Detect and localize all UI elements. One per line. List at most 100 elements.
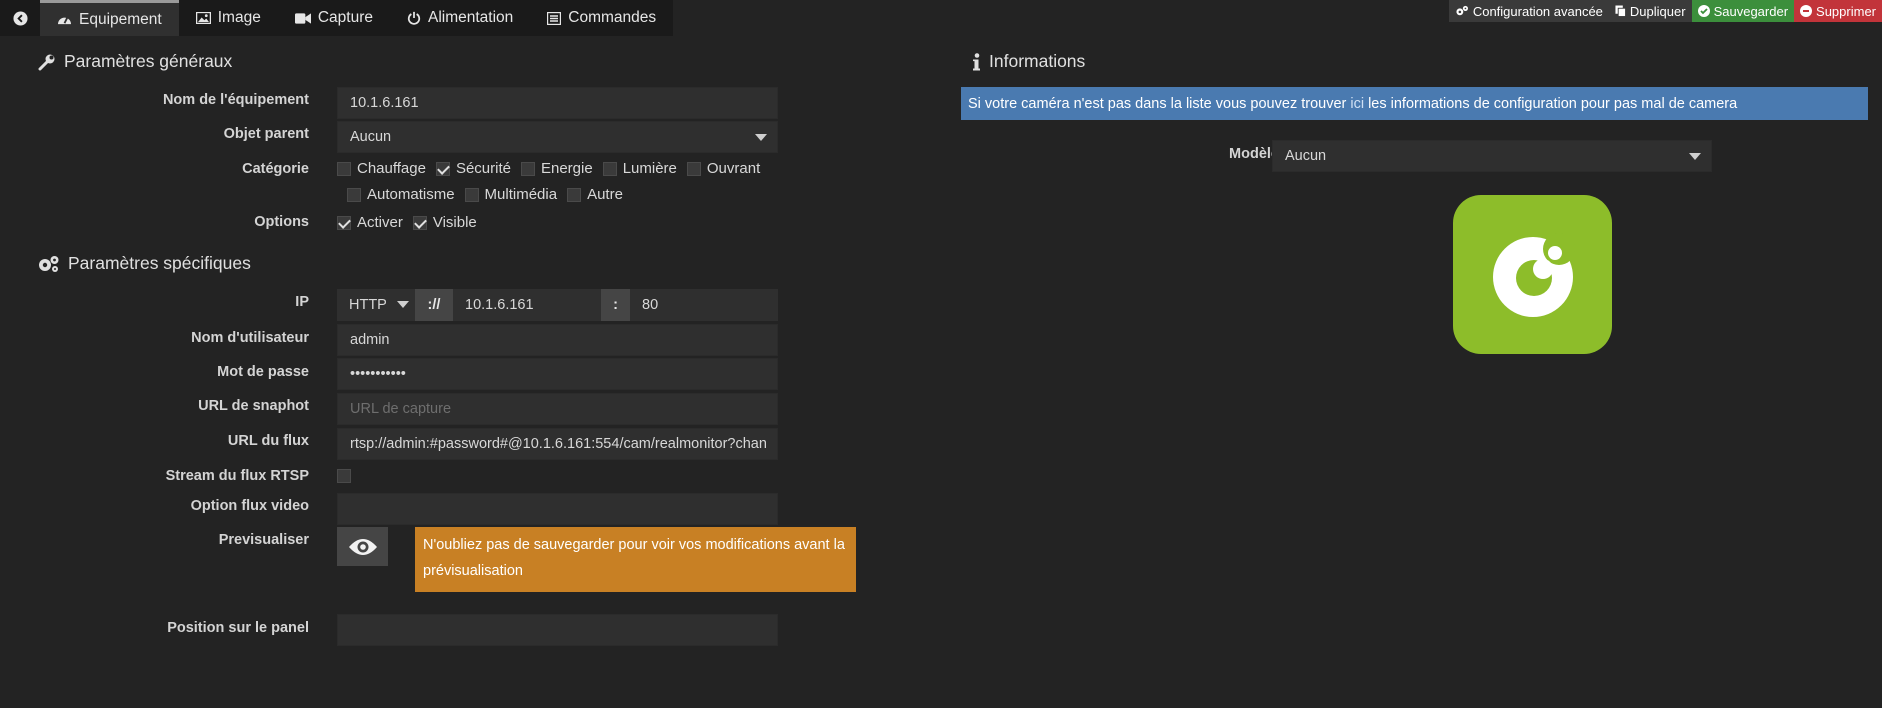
delete-button[interactable]: Supprimer	[1794, 0, 1882, 22]
category-automatisme[interactable]: Automatisme	[347, 186, 455, 203]
advanced-config-button[interactable]: Configuration avancée	[1448, 0, 1609, 22]
category-energie[interactable]: Energie	[520, 160, 593, 177]
duplicate-button[interactable]: Dupliquer	[1608, 0, 1692, 22]
back-button[interactable]	[0, 0, 40, 36]
snapshot-input[interactable]: URL de capture	[337, 393, 778, 425]
gears-icon	[1456, 5, 1468, 16]
delete-label: Supprimer	[1816, 3, 1876, 19]
eye-icon	[348, 538, 377, 555]
preview-button[interactable]	[337, 527, 388, 566]
specific-section-title: Paramètres spécifiques	[38, 253, 251, 274]
category-multimedia-label: Multimédia	[484, 186, 558, 203]
panel-position-input[interactable]	[337, 614, 778, 646]
advanced-config-label: Configuration avancée	[1472, 3, 1603, 19]
copy-icon	[1615, 5, 1626, 17]
option-activer-label: Activer	[357, 214, 403, 231]
snapshot-placeholder: URL de capture	[350, 401, 452, 417]
duplicate-label: Dupliquer	[1629, 3, 1686, 19]
category-securite[interactable]: Sécurité	[435, 160, 511, 177]
username-input[interactable]: admin	[337, 324, 778, 356]
tab-equipement[interactable]: Equipement	[40, 0, 179, 36]
password-input[interactable]: •••••••••••	[337, 358, 778, 390]
back-arrow-icon	[13, 10, 28, 26]
name-label: Nom de l'équipement	[162, 92, 309, 108]
save-label: Sauvegarder	[1713, 3, 1789, 19]
ip-input-group: HTTP :// 10.1.6.161 : 80	[337, 289, 778, 321]
port-input[interactable]: 80	[630, 289, 778, 321]
category-chauffage[interactable]: Chauffage	[337, 160, 426, 177]
category-autre-label: Autre	[587, 186, 623, 203]
checkbox[interactable]	[337, 215, 351, 230]
checkbox[interactable]	[435, 161, 450, 176]
category-lumiere[interactable]: Lumière	[602, 160, 677, 177]
parent-label: Objet parent	[223, 126, 309, 142]
model-label: Modèle	[1229, 146, 1279, 162]
general-title-text: Paramètres généraux	[64, 51, 233, 71]
panel-position-label: Position sur le panel	[167, 620, 309, 636]
tab-commandes-label: Commandes	[568, 9, 657, 26]
list-icon	[547, 11, 562, 25]
tab-bar: Equipement Image Capture Alimentation Co…	[0, 0, 674, 36]
rtsp-label: Stream du flux RTSP	[165, 468, 309, 484]
ip-input[interactable]: 10.1.6.161	[453, 289, 601, 321]
info-title-text: Informations	[989, 51, 1086, 71]
snapshot-label: URL de snaphot	[198, 398, 309, 414]
category-chauffage-label: Chauffage	[357, 160, 426, 177]
password-label: Mot de passe	[217, 364, 309, 380]
option-visible-label: Visible	[432, 214, 477, 231]
video-camera-icon	[294, 12, 311, 24]
check-circle-icon	[1697, 5, 1710, 17]
checkbox[interactable]	[337, 161, 351, 176]
name-input[interactable]: 10.1.6.161	[337, 87, 778, 119]
tab-capture-label: Capture	[317, 9, 373, 26]
category-ouvrant[interactable]: Ouvrant	[686, 160, 761, 177]
info-banner-text-after: les informations de configuration pour p…	[1368, 95, 1738, 112]
parent-value: Aucun	[350, 129, 392, 145]
user-label: Nom d'utilisateur	[191, 330, 309, 346]
general-section-title: Paramètres généraux	[38, 51, 232, 72]
checkbox[interactable]	[686, 161, 701, 176]
tab-alimentation-label: Alimentation	[427, 9, 514, 26]
stream-url-label: URL du flux	[227, 433, 309, 449]
chevron-down-icon	[397, 301, 409, 308]
category-ouvrant-label: Ouvrant	[706, 160, 761, 177]
checkbox[interactable]	[412, 215, 427, 230]
info-banner-link[interactable]: ici	[1350, 96, 1364, 112]
protocol-select[interactable]: HTTP	[337, 289, 415, 321]
category-securite-label: Sécurité	[455, 160, 511, 177]
options-row: Activer Visible	[337, 214, 477, 231]
tab-image[interactable]: Image	[179, 0, 278, 36]
model-select[interactable]: Aucun	[1272, 140, 1712, 172]
tab-capture[interactable]: Capture	[278, 0, 390, 36]
dashboard-icon	[58, 17, 71, 25]
tab-commandes[interactable]: Commandes	[530, 0, 673, 36]
category-multimedia[interactable]: Multimédia	[464, 186, 558, 203]
save-button[interactable]: Sauvegarder	[1691, 0, 1795, 22]
model-value: Aucun	[1285, 148, 1327, 164]
camera-logo-icon	[1492, 232, 1575, 317]
image-icon	[195, 12, 211, 24]
specific-title-text: Paramètres spécifiques	[68, 253, 251, 273]
checkbox[interactable]	[602, 161, 617, 176]
option-activer[interactable]: Activer	[337, 214, 403, 231]
protocol-value: HTTP	[349, 297, 387, 313]
rtsp-checkbox[interactable]	[337, 469, 351, 483]
stream-url-input[interactable]: rtsp://admin:#password#@10.1.6.161:554/c…	[337, 428, 778, 460]
tab-equipement-label: Equipement	[79, 10, 162, 28]
category-autre[interactable]: Autre	[567, 186, 623, 203]
port-value: 80	[642, 297, 659, 313]
chevron-down-icon	[755, 134, 767, 141]
info-section-title: Informations	[973, 51, 1085, 72]
tab-alimentation[interactable]: Alimentation	[390, 0, 530, 36]
power-icon	[407, 11, 421, 25]
video-option-input[interactable]	[337, 493, 778, 525]
checkbox[interactable]	[567, 187, 582, 202]
chevron-down-icon	[1689, 153, 1701, 160]
checkbox[interactable]	[464, 187, 479, 202]
checkbox[interactable]	[347, 187, 361, 202]
wrench-icon	[38, 54, 55, 70]
option-visible[interactable]: Visible	[412, 214, 477, 231]
parent-select[interactable]: Aucun	[337, 121, 778, 153]
category-automatisme-label: Automatisme	[367, 186, 455, 203]
checkbox[interactable]	[520, 161, 535, 176]
